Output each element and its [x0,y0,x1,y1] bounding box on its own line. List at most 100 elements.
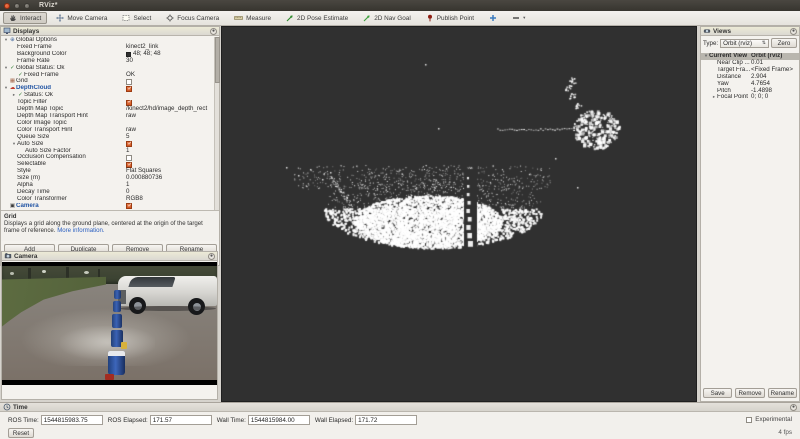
property-label: Auto Size Factor [25,148,71,155]
remove-tool-button[interactable]: ▾ [506,12,531,24]
property-row[interactable]: Background Color48; 48; 48 [1,51,214,58]
chevron-down-icon: ▾ [523,15,525,21]
scrollbar-thumb[interactable] [215,37,220,83]
property-row[interactable]: ▾☁DepthCloud [1,85,214,92]
camera-panel-header[interactable]: Camera ● [2,252,217,261]
property-value[interactable] [126,155,132,161]
tool-focus-camera[interactable]: Focus Camera [160,12,225,24]
ros-elapsed-input[interactable]: 171.57 [150,415,212,425]
experimental-checkbox[interactable] [746,417,752,423]
titlebar: RViz* [0,0,800,11]
view-type-select[interactable]: Orbit (rviz) ⇅ [720,39,769,48]
window-maximize-button[interactable] [24,3,30,9]
render-view[interactable] [221,26,697,402]
property-value: 30 [126,58,133,65]
minus-icon [512,14,520,22]
enabled-checkbox[interactable] [126,203,132,209]
check-icon: ✓ [9,65,16,72]
tool-measure[interactable]: Measure [228,12,277,24]
window-minimize-button[interactable] [14,3,20,9]
hand-icon [9,14,17,22]
property-row[interactable]: Selectable [1,161,214,168]
property-row[interactable]: Color Transport Hintraw [1,127,214,134]
property-value[interactable] [126,203,132,209]
views-panel-icon [703,27,711,35]
property-row[interactable]: ✓Fixed FrameOK [1,72,214,79]
views-panel: Views ● Type: Orbit (rviz) ⇅ Zero ▾Curre… [700,26,800,402]
property-row[interactable]: ▣Camera [1,203,214,210]
property-label: Color Image Topic [17,120,67,127]
property-row[interactable]: ▾✓Global Status: Ok [1,65,214,72]
rename-view-button[interactable]: Rename [768,388,797,398]
property-value: 0.000880736 [126,175,162,182]
tool-2d-nav-goal[interactable]: 2D Nav Goal [357,12,417,24]
property-row[interactable]: Yaw4.7654 [701,81,799,88]
zero-button[interactable]: Zero [771,38,797,48]
wall-time-input[interactable]: 1544815984.00 [248,415,310,425]
displays-scrollbar[interactable] [214,37,219,210]
displays-panel-header[interactable]: Displays ● [1,27,219,36]
car-windshield [128,277,175,287]
property-row[interactable]: StyleFlat Squares [1,168,214,175]
property-row[interactable]: ▾Current ViewOrbit (rviz) [701,53,799,60]
tool-move-camera[interactable]: Move Camera [50,12,113,24]
tool-2d-pose-estimate[interactable]: 2D Pose Estimate [280,12,354,24]
property-row[interactable]: Occlusion Compensation [1,154,214,161]
display-description: Grid Displays a grid along the ground pl… [1,210,219,241]
wall-elapsed-input[interactable]: 171.72 [355,415,417,425]
property-label: Target Fra... [717,67,750,74]
tool-publish-point[interactable]: Publish Point [420,12,480,24]
property-value[interactable] [126,86,132,92]
property-row[interactable]: Target Fra...<Fixed Frame> [701,67,799,74]
pointcloud-canvas[interactable] [222,27,696,401]
property-row[interactable]: Frame Rate 30 [1,58,214,65]
property-row[interactable]: Size (m)0.000880736 [1,175,214,182]
sky-gap [42,270,46,273]
enabled-checkbox[interactable] [126,155,132,161]
property-row[interactable]: Color TransformerRGB8 [1,196,214,203]
property-row[interactable]: Decay Time0 [1,189,214,196]
property-row[interactable]: ▾Auto Size [1,141,214,148]
panel-float-button[interactable]: ● [210,28,217,35]
reset-button[interactable]: Reset [8,428,34,438]
property-row[interactable]: ▾⊕Global Options [1,37,214,44]
property-row[interactable]: Queue Size5 [1,134,214,141]
tool-select[interactable]: Select [116,12,157,24]
tool-interact[interactable]: Interact [3,12,47,24]
property-label: Depth Map Topic [17,106,63,113]
time-fields: ROS Time: 1544815983.75 ROS Elapsed: 171… [8,415,417,425]
property-row[interactable]: Color Image Topic [1,120,214,127]
time-panel-header[interactable]: Time ● [0,403,800,412]
property-row[interactable]: Fixed Framekinect2_link [1,44,214,51]
property-row[interactable]: ▸✓Status: Ok [1,92,214,99]
save-view-button[interactable]: Save [703,388,732,398]
window-close-button[interactable] [4,3,10,9]
property-row[interactable]: Distance2.904 [701,74,799,81]
property-label: Grid [16,78,28,85]
panel-float-button[interactable]: ● [208,253,215,260]
views-panel-header[interactable]: Views ● [701,27,799,36]
property-row[interactable]: Depth Map Topic/kinect2/hd/image_depth_r… [1,106,214,113]
property-value[interactable] [126,79,132,85]
property-label: Background Color [17,51,67,58]
remove-view-button[interactable]: Remove [735,388,764,398]
enabled-checkbox[interactable] [126,79,132,85]
view-type-row: Type: Orbit (rviz) ⇅ Zero [701,36,799,50]
property-label: Frame Rate [17,58,50,65]
property-row[interactable]: ▸Focal Point0; 0; 0 [701,94,799,101]
ros-time-input[interactable]: 1544815983.75 [41,415,103,425]
panel-float-button[interactable]: ● [790,28,797,35]
panel-float-button[interactable]: ● [790,404,797,411]
enabled-checkbox[interactable] [126,86,132,92]
displays-tree: ▾⊕Global OptionsFixed Framekinect2_linkB… [1,37,214,210]
property-label: Selectable [17,161,46,168]
property-row[interactable]: Depth Map Transport Hintraw [1,113,214,120]
property-row[interactable]: ▦Grid [1,78,214,85]
more-information-link[interactable]: More information. [57,227,104,234]
property-row[interactable]: Pitch-1.4898 [701,88,799,95]
add-tool-button[interactable] [483,12,503,24]
property-value: OK [126,72,135,79]
property-row[interactable]: Auto Size Factor1 [1,148,214,155]
property-row[interactable]: Alpha1 [1,182,214,189]
pose-arrow-icon [286,14,294,22]
